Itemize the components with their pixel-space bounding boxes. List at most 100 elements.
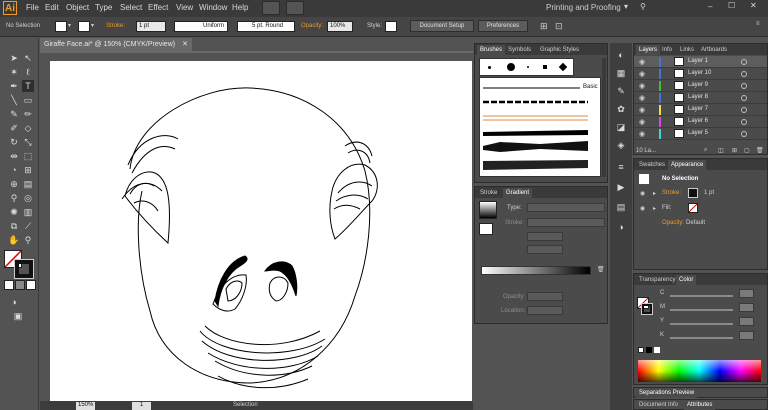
- yellow-slider[interactable]: Y: [642, 317, 768, 327]
- magic-wand-tool-icon[interactable]: ✶: [8, 66, 20, 78]
- gradient-dock-icon[interactable]: ▤: [615, 201, 627, 213]
- opacity-field[interactable]: 100%: [327, 21, 353, 32]
- brush-dot-small[interactable]: [488, 66, 491, 69]
- tab-graphic-styles[interactable]: Graphic Styles: [537, 45, 582, 55]
- menu-edit[interactable]: Edit: [45, 3, 59, 12]
- draw-mode-icon[interactable]: ◑: [8, 296, 20, 308]
- tab-stroke[interactable]: Stroke: [477, 188, 500, 198]
- direct-selection-tool-icon[interactable]: ↖: [22, 52, 34, 64]
- brushes-icon[interactable]: ✎: [615, 85, 627, 97]
- pencil-tool-icon[interactable]: ✏: [22, 108, 34, 120]
- menu-help[interactable]: Help: [232, 3, 248, 12]
- stroke-color-box[interactable]: [14, 259, 34, 279]
- layer-name[interactable]: Layer 7: [688, 106, 708, 112]
- layer-name[interactable]: Layer 5: [688, 130, 708, 136]
- color-spectrum[interactable]: [638, 360, 761, 382]
- tab-brushes[interactable]: Brushes: [477, 45, 506, 55]
- white-color-chip[interactable]: [654, 347, 660, 353]
- layer-row[interactable]: ◉ Layer 5: [634, 128, 767, 140]
- menu-select[interactable]: Select: [120, 3, 142, 12]
- layer-target-icon[interactable]: [741, 131, 747, 137]
- tab-document-info[interactable]: Document Info: [636, 400, 681, 410]
- arrange-documents-icon[interactable]: [286, 1, 304, 15]
- giraffe-face-artwork[interactable]: [50, 61, 472, 401]
- appearance-stroke-value[interactable]: 1 pt: [704, 190, 714, 196]
- tab-transparency[interactable]: Transparency: [636, 275, 678, 285]
- brush-swatches-row[interactable]: [479, 58, 574, 76]
- stroke-label[interactable]: Stroke:: [106, 23, 125, 29]
- zoom-field[interactable]: 150%: [76, 402, 96, 410]
- tab-separations-preview[interactable]: Separations Preview: [636, 388, 698, 398]
- brush-library-list[interactable]: [479, 77, 601, 177]
- black-slider[interactable]: K: [642, 331, 768, 341]
- appearance-stroke-swatch[interactable]: [688, 188, 698, 198]
- preferences-button[interactable]: Preferences: [478, 20, 528, 32]
- appearance-fill-label[interactable]: Fill:: [662, 205, 671, 211]
- blend-tool-icon[interactable]: ◎: [22, 192, 34, 204]
- gradient-fill-stroke-box[interactable]: [479, 223, 493, 235]
- maximize-icon[interactable]: ☐: [728, 1, 735, 10]
- transform-icon[interactable]: ⊡: [555, 21, 563, 32]
- color-guide-icon[interactable]: ◐: [615, 49, 627, 61]
- brush-calligraphic[interactable]: [543, 65, 547, 69]
- visibility-eye-icon[interactable]: ◉: [639, 118, 645, 126]
- current-tool-label[interactable]: Selection: [233, 402, 258, 408]
- search-icon[interactable]: ⚲: [640, 2, 646, 11]
- symbols-icon[interactable]: ✿: [615, 103, 627, 115]
- layer-name[interactable]: Layer 1: [688, 58, 708, 64]
- hand-tool-icon[interactable]: ✋: [8, 234, 20, 246]
- scale-tool-icon[interactable]: ⤡: [22, 136, 34, 148]
- rotate-tool-icon[interactable]: ↻: [8, 136, 20, 148]
- slice-tool-icon[interactable]: ⟋: [22, 220, 34, 232]
- type-tool-icon[interactable]: T: [22, 80, 34, 92]
- eyedropper-tool-icon[interactable]: ⚲: [8, 192, 20, 204]
- blob-brush-tool-icon[interactable]: ✐: [8, 122, 20, 134]
- black-color-chip[interactable]: [646, 347, 652, 353]
- none-color-chip[interactable]: [638, 347, 644, 353]
- stroke-weight-field[interactable]: 1 pt: [136, 21, 166, 32]
- brushes-scrollbar[interactable]: [602, 58, 606, 177]
- layer-target-icon[interactable]: [741, 119, 747, 125]
- menu-object[interactable]: Object: [66, 3, 89, 12]
- tab-layers[interactable]: Layers: [636, 45, 661, 55]
- visibility-eye-icon[interactable]: ◉: [639, 70, 645, 78]
- document-setup-button[interactable]: Document Setup: [410, 20, 474, 32]
- layer-row[interactable]: ◉ Layer 10: [634, 68, 767, 80]
- lasso-tool-icon[interactable]: ℓ: [22, 66, 34, 78]
- opacity-label[interactable]: Opacity:: [301, 23, 323, 29]
- graphic-style-swatch[interactable]: [385, 21, 397, 32]
- rectangle-tool-icon[interactable]: ▭: [22, 94, 34, 106]
- layer-name[interactable]: Layer 9: [688, 82, 708, 88]
- width-tool-icon[interactable]: ⇹: [8, 150, 20, 162]
- gradient-slider[interactable]: [481, 266, 591, 275]
- graphic-styles-icon[interactable]: ◪: [615, 121, 627, 133]
- menu-type[interactable]: Type: [95, 3, 112, 12]
- brush-definition[interactable]: 5 pt. Round: [237, 21, 295, 32]
- menu-window[interactable]: Window: [199, 3, 227, 12]
- visibility-eye-icon[interactable]: ◉: [639, 130, 645, 138]
- chevron-down-icon[interactable]: ▾: [68, 22, 71, 29]
- visibility-eye-icon[interactable]: ◉: [640, 205, 645, 212]
- menu-view[interactable]: View: [176, 3, 193, 12]
- visibility-eye-icon[interactable]: ◉: [640, 190, 645, 197]
- gradient-mode-icon[interactable]: [15, 280, 25, 290]
- cyan-slider[interactable]: C: [642, 289, 768, 299]
- artboard-number-field[interactable]: 1: [132, 402, 152, 410]
- minimize-icon[interactable]: –: [708, 2, 712, 11]
- brush-angled[interactable]: [558, 62, 568, 72]
- layers-dock-icon[interactable]: ◈: [615, 139, 627, 151]
- layer-row[interactable]: ◉ Layer 8: [634, 92, 767, 104]
- perspective-grid-tool-icon[interactable]: ⊞: [22, 164, 34, 176]
- magenta-slider[interactable]: M: [642, 303, 768, 313]
- close-tab-icon[interactable]: ✕: [182, 38, 188, 51]
- tab-color[interactable]: Color: [676, 275, 697, 285]
- tab-appearance[interactable]: Appearance: [668, 160, 707, 170]
- layer-row[interactable]: ◉ Layer 9: [634, 80, 767, 92]
- brush-dot-large[interactable]: [507, 63, 515, 71]
- stroke-swatch[interactable]: [78, 21, 90, 32]
- align-icon[interactable]: ⊞: [540, 21, 548, 32]
- expand-arrow-icon[interactable]: ▸: [653, 190, 656, 197]
- tab-attributes[interactable]: Attributes: [684, 400, 716, 410]
- tab-symbols[interactable]: Symbols: [505, 45, 534, 55]
- layer-target-icon[interactable]: [741, 95, 747, 101]
